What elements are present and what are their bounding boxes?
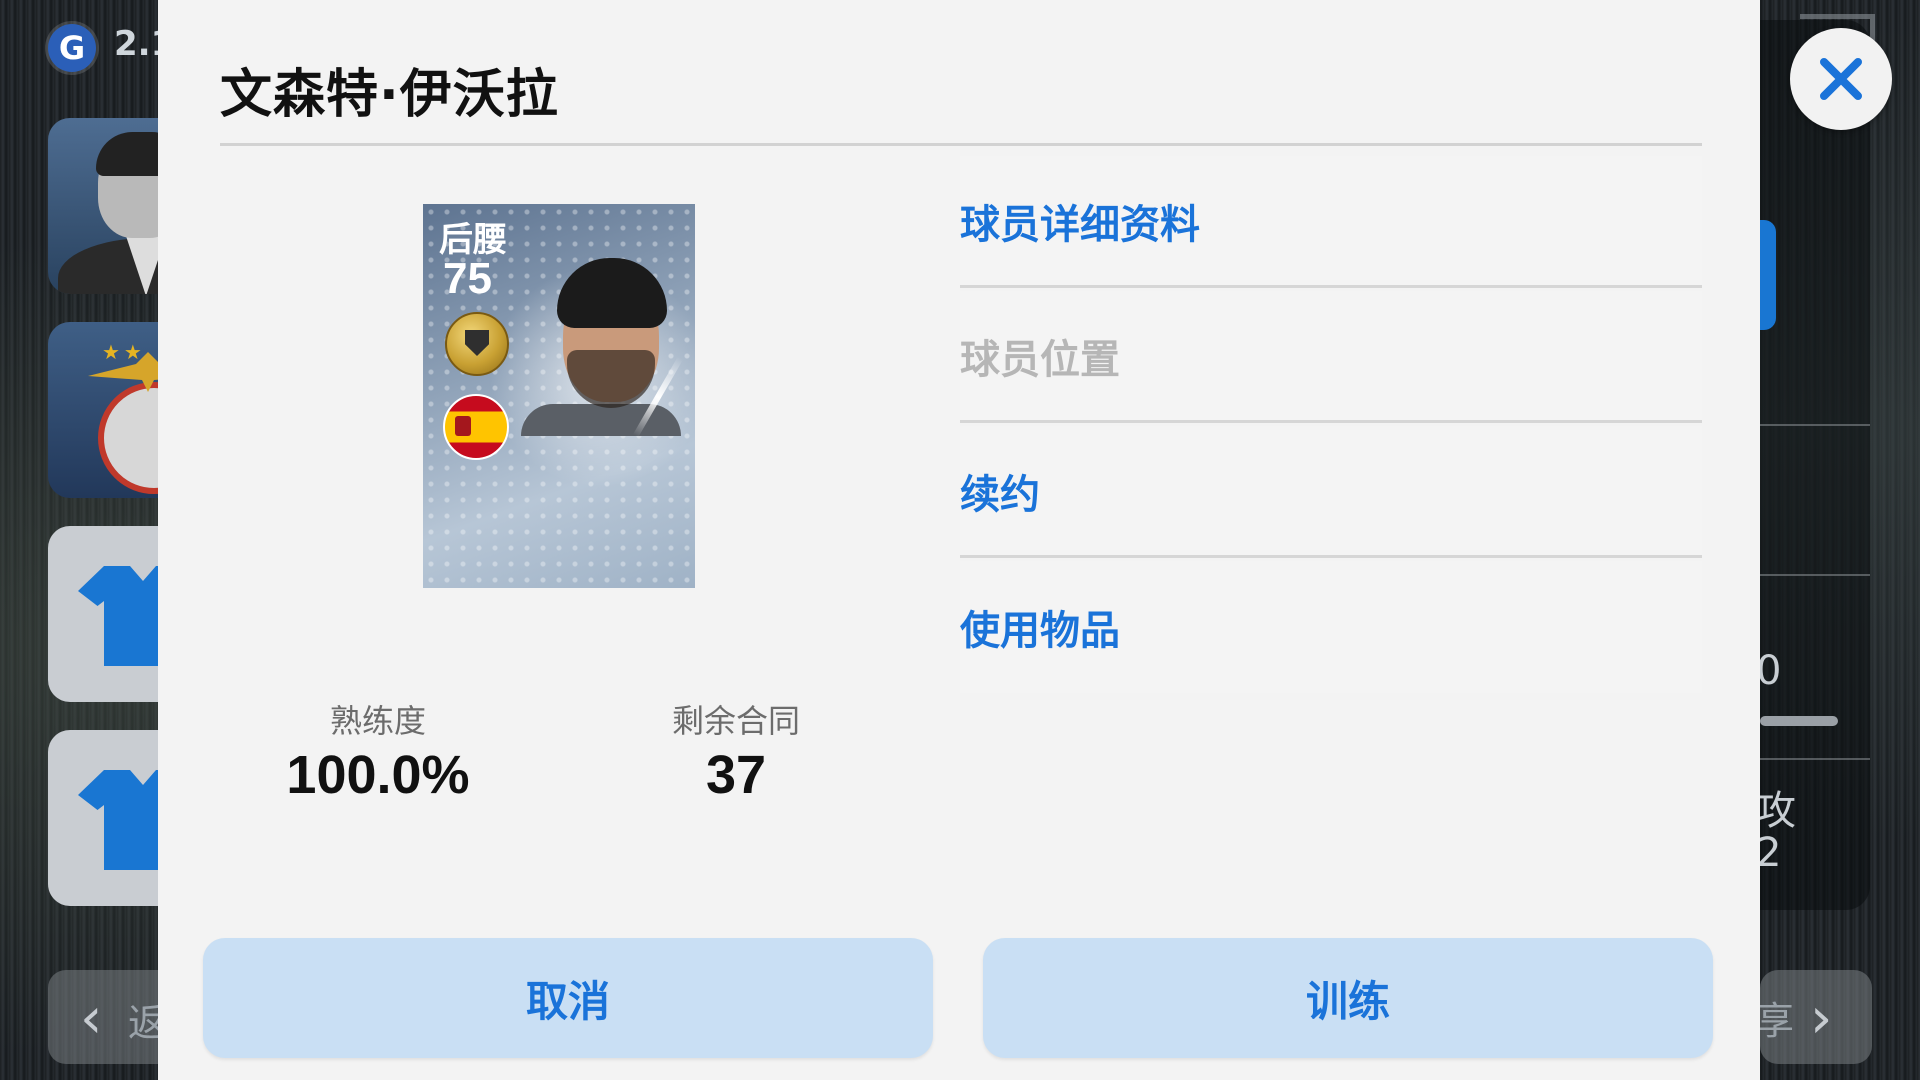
player-name: 文森特·伊沃拉 [220,65,559,125]
chevron-right-icon: › [1810,986,1833,1051]
card-rating: 75 [443,254,492,303]
remaining-contract-label: 剩余合同 [671,702,800,740]
proficiency-label: 熟练度 [329,702,426,740]
player-portrait [521,254,681,436]
club-stars-icon: ★★ [102,340,146,364]
player-card[interactable]: 后腰 75 [423,204,695,588]
menu-item-player-details[interactable]: 球员详细资料 [960,156,1702,288]
portrait-beard [567,350,655,408]
background-progress-bar [1760,716,1838,726]
spain-flag-icon [443,394,509,460]
background-next-label: 享 [1756,999,1795,1043]
close-icon [1820,58,1862,100]
remaining-contract-value: 37 [705,745,767,805]
screen: G 2.1 ★★ ‹ 返 0 攻 2 享 › 文森特·伊沃拉 后腰 75 熟练度… [0,0,1920,1080]
proficiency-value: 100.0% [286,745,470,805]
cancel-button[interactable]: 取消 [203,938,933,1058]
menu-item-renew-contract[interactable]: 续约 [960,426,1702,558]
badge-shield-icon [465,330,489,356]
player-dialog: 文森特·伊沃拉 后腰 75 熟练度 100.0% 剩余合同 37 球员详细资料 [158,0,1760,1080]
background-right-text: 攻 [1756,788,1796,834]
player-action-menu: 球员详细资料 球员位置 续约 使用物品 [960,156,1702,696]
flag-emblem-icon [455,416,471,436]
menu-item-use-item[interactable]: 使用物品 [960,561,1702,693]
divider [1760,574,1870,576]
portrait-shoulders [521,404,681,436]
divider [1760,758,1870,760]
background-right-panel [1760,20,1870,910]
app-logo-icon: G [48,24,96,72]
train-button[interactable]: 训练 [983,938,1713,1058]
title-divider [220,143,1702,146]
shield-icon [1760,220,1776,330]
chevron-left-icon: ‹ [80,986,103,1051]
club-badge-icon [445,312,509,376]
menu-item-player-position[interactable]: 球员位置 [960,291,1702,423]
divider [1760,424,1870,426]
close-button[interactable] [1790,28,1892,130]
portrait-hair [557,258,667,328]
